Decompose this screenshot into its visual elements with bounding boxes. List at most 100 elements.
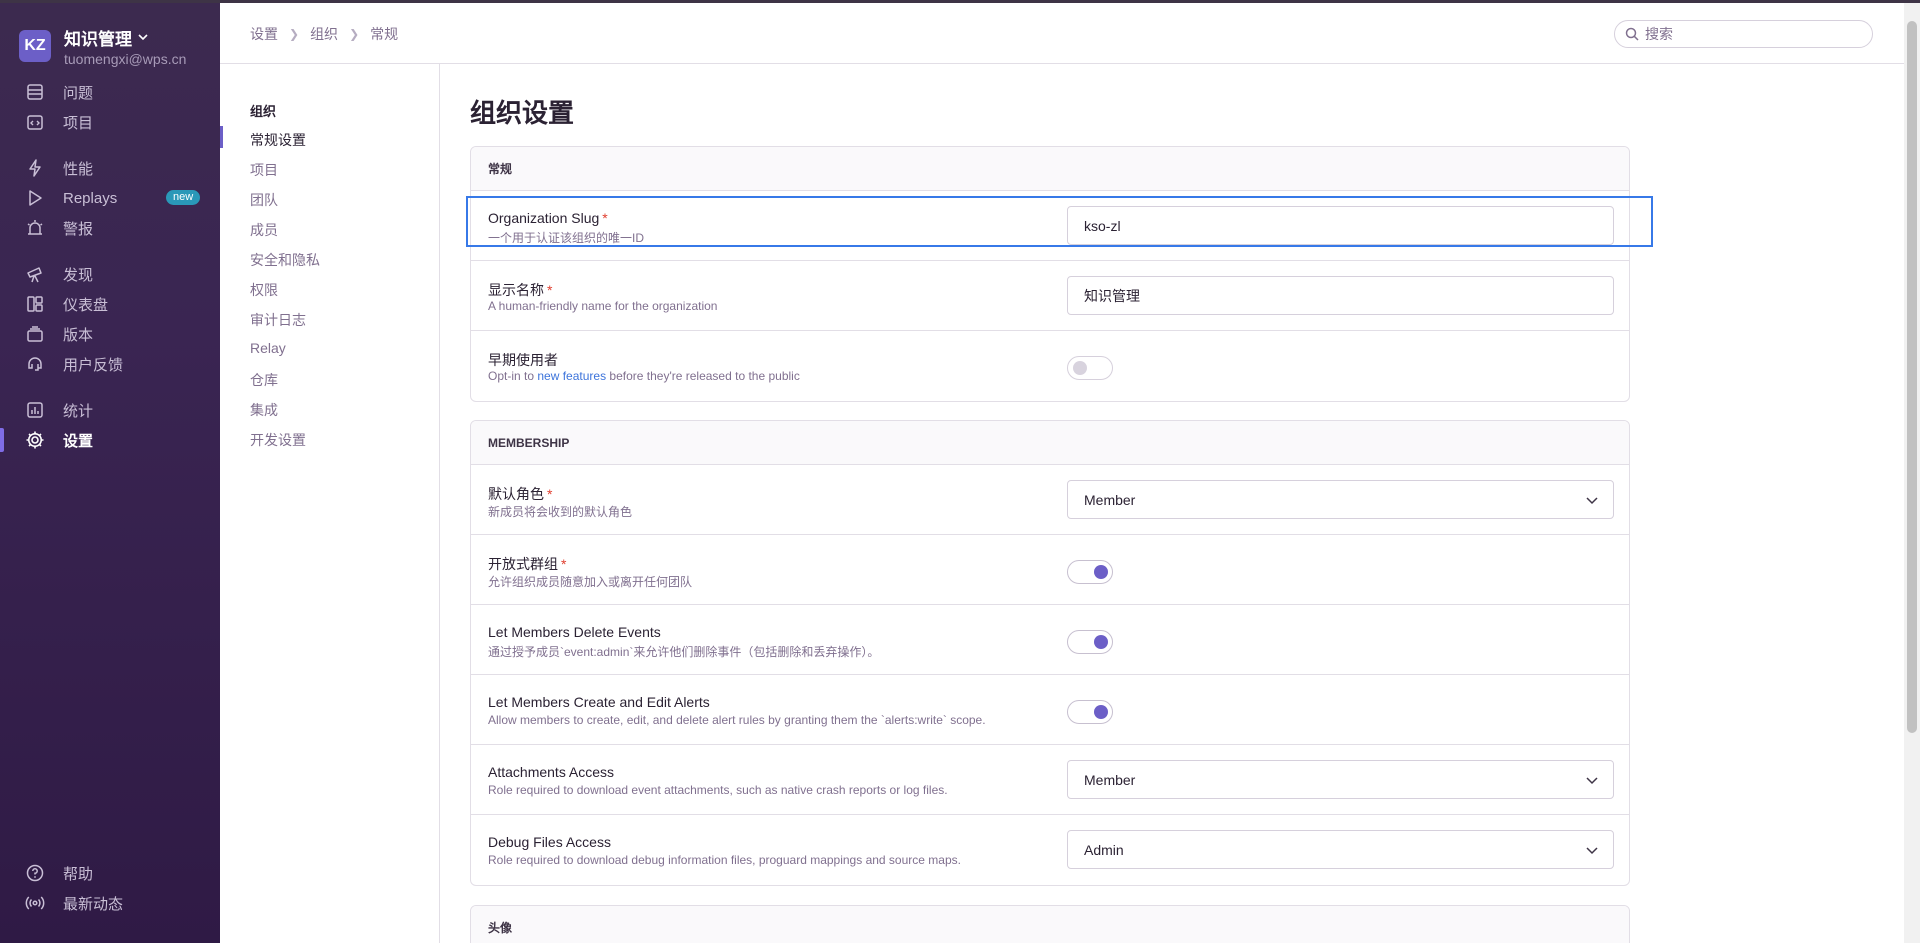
user-email: tuomengxi@wps.cn	[64, 51, 187, 67]
org-avatar: KZ	[19, 30, 51, 62]
settings-nav-members[interactable]: 成员	[250, 220, 278, 240]
sidebar-item-discover[interactable]: 发现	[0, 259, 220, 289]
display-name-input[interactable]	[1084, 287, 1584, 304]
scrollbar-thumb[interactable]	[1907, 21, 1917, 733]
sidebar-item-replays[interactable]: Replays new	[0, 183, 220, 213]
search-input[interactable]	[1645, 26, 1845, 42]
sidebar-item-releases[interactable]: 版本	[0, 319, 220, 349]
sidebar-item-label: 设置	[63, 432, 94, 450]
avatar-panel: 头像	[470, 905, 1630, 943]
sidebar-item-projects[interactable]: 项目	[0, 107, 220, 137]
delete-events-toggle[interactable]	[1067, 630, 1113, 654]
settings-nav-security-privacy[interactable]: 安全和隐私	[250, 250, 320, 270]
issues-icon	[25, 82, 45, 102]
field-help: 允许组织成员随意加入或离开任何团队	[488, 575, 693, 589]
chevron-down-icon	[137, 28, 149, 48]
field-help: A human-friendly name for the organizati…	[488, 299, 718, 313]
slug-input[interactable]	[1084, 217, 1584, 234]
field-label: Attachments Access	[488, 764, 615, 780]
sidebar-item-settings[interactable]: 设置	[0, 425, 220, 455]
sidebar-item-label: 问题	[63, 84, 94, 102]
field-help: 一个用于认证该组织的唯一ID	[488, 231, 645, 245]
settings-nav-projects[interactable]: 项目	[250, 160, 278, 180]
siren-icon	[25, 218, 45, 238]
play-icon	[25, 188, 45, 208]
telescope-icon	[25, 264, 45, 284]
field-label: 默认角色	[488, 486, 544, 502]
sidebar-item-issues[interactable]: 问题	[0, 77, 220, 107]
org-name: 知识管理	[64, 30, 132, 49]
feedback-icon	[25, 354, 45, 374]
select-value: Admin	[1084, 841, 1124, 858]
display-name-row: 显示名称 * A human-friendly name for the orga…	[471, 261, 1629, 331]
early-adopter-toggle[interactable]	[1067, 356, 1113, 380]
sidebar-item-stats[interactable]: 统计	[0, 395, 220, 425]
releases-icon	[25, 324, 45, 344]
slug-field[interactable]	[1067, 206, 1614, 245]
active-indicator	[220, 126, 223, 148]
settings-nav-permissions[interactable]: 权限	[250, 280, 278, 300]
sidebar-item-whats-new[interactable]: 最新动态	[0, 888, 220, 918]
gear-icon	[25, 430, 45, 450]
field-label: 显示名称	[488, 282, 544, 298]
sidebar-item-help[interactable]: 帮助	[0, 858, 220, 888]
settings-nav-developer-settings[interactable]: 开发设置	[250, 430, 306, 450]
required-marker: *	[547, 486, 553, 502]
sidebar-item-dashboards[interactable]: 仪表盘	[0, 289, 220, 319]
settings-nav-integrations[interactable]: 集成	[250, 400, 278, 420]
panel-heading: MEMBERSHIP	[471, 421, 1629, 465]
attachments-access-select[interactable]: Member	[1067, 760, 1614, 799]
open-membership-toggle[interactable]	[1067, 560, 1113, 584]
field-help: Role required to download debug informat…	[488, 853, 961, 867]
chevron-right-icon: ❯	[289, 27, 300, 41]
toggle-knob	[1094, 565, 1108, 579]
main-content: 组织设置 常规 Organization Slug * 一个用于认证该组织的唯一I…	[440, 64, 1904, 943]
chevron-down-icon	[1585, 493, 1599, 507]
breadcrumb-settings[interactable]: 设置	[250, 24, 278, 44]
broadcast-icon	[25, 893, 45, 913]
field-help: Role required to download event attachme…	[488, 783, 948, 797]
settings-nav-general[interactable]: 常规设置	[250, 130, 306, 150]
edit-alerts-toggle[interactable]	[1067, 700, 1113, 724]
default-role-select[interactable]: Member	[1067, 480, 1614, 519]
debug-files-access-select[interactable]: Admin	[1067, 830, 1614, 869]
search-icon	[1625, 27, 1639, 41]
sidebar-item-label: 版本	[63, 326, 94, 344]
select-value: Member	[1084, 771, 1136, 788]
lightning-icon	[25, 158, 45, 178]
org-switcher[interactable]: KZ 知识管理 tuomengxi@wps.cn	[19, 25, 186, 67]
chevron-right-icon: ❯	[349, 27, 360, 41]
settings-nav: 组织 常规设置 项目 团队 成员 安全和隐私 权限 审计日志 Relay 仓库 …	[220, 64, 440, 943]
sidebar-item-performance[interactable]: 性能	[0, 153, 220, 183]
settings-nav-audit-log[interactable]: 审计日志	[250, 310, 306, 330]
field-help: Opt-in to new features before they're re…	[488, 369, 800, 383]
chevron-down-icon	[1585, 843, 1599, 857]
field-label: Let Members Create and Edit Alerts	[488, 694, 710, 710]
panel-heading: 常规	[471, 147, 1629, 191]
search-box[interactable]	[1614, 20, 1873, 48]
slug-row: Organization Slug * 一个用于认证该组织的唯一ID	[471, 191, 1629, 261]
page-scrollbar[interactable]	[1904, 3, 1920, 943]
help-icon	[25, 863, 45, 883]
sidebar-item-alerts[interactable]: 警报	[0, 213, 220, 243]
required-marker: *	[547, 282, 553, 298]
sidebar-item-label: 仪表盘	[63, 296, 109, 314]
panel-heading: 头像	[471, 906, 1629, 943]
field-label: 开放式群组	[488, 556, 558, 572]
field-help: 新成员将会收到的默认角色	[488, 505, 633, 519]
display-name-field[interactable]	[1067, 276, 1614, 315]
breadcrumb-organization[interactable]: 组织	[310, 24, 338, 44]
settings-nav-relay[interactable]: Relay	[250, 340, 286, 356]
new-features-link[interactable]: new features	[537, 369, 606, 383]
sidebar-item-user-feedback[interactable]: 用户反馈	[0, 349, 220, 379]
attachments-access-row: Attachments Access Role required to down…	[471, 745, 1629, 815]
settings-nav-repositories[interactable]: 仓库	[250, 370, 278, 390]
settings-nav-teams[interactable]: 团队	[250, 190, 278, 210]
debug-files-access-row: Debug Files Access Role required to down…	[471, 815, 1629, 885]
settings-nav-group-title: 组织	[250, 104, 277, 119]
sidebar-item-label: 统计	[63, 402, 94, 420]
sidebar-item-label: 项目	[63, 114, 94, 132]
default-role-row: 默认角色 * 新成员将会收到的默认角色 Member	[471, 465, 1629, 535]
top-header: 设置 ❯ 组织 ❯ 常规	[220, 3, 1904, 64]
sidebar-item-label: 发现	[63, 266, 94, 284]
